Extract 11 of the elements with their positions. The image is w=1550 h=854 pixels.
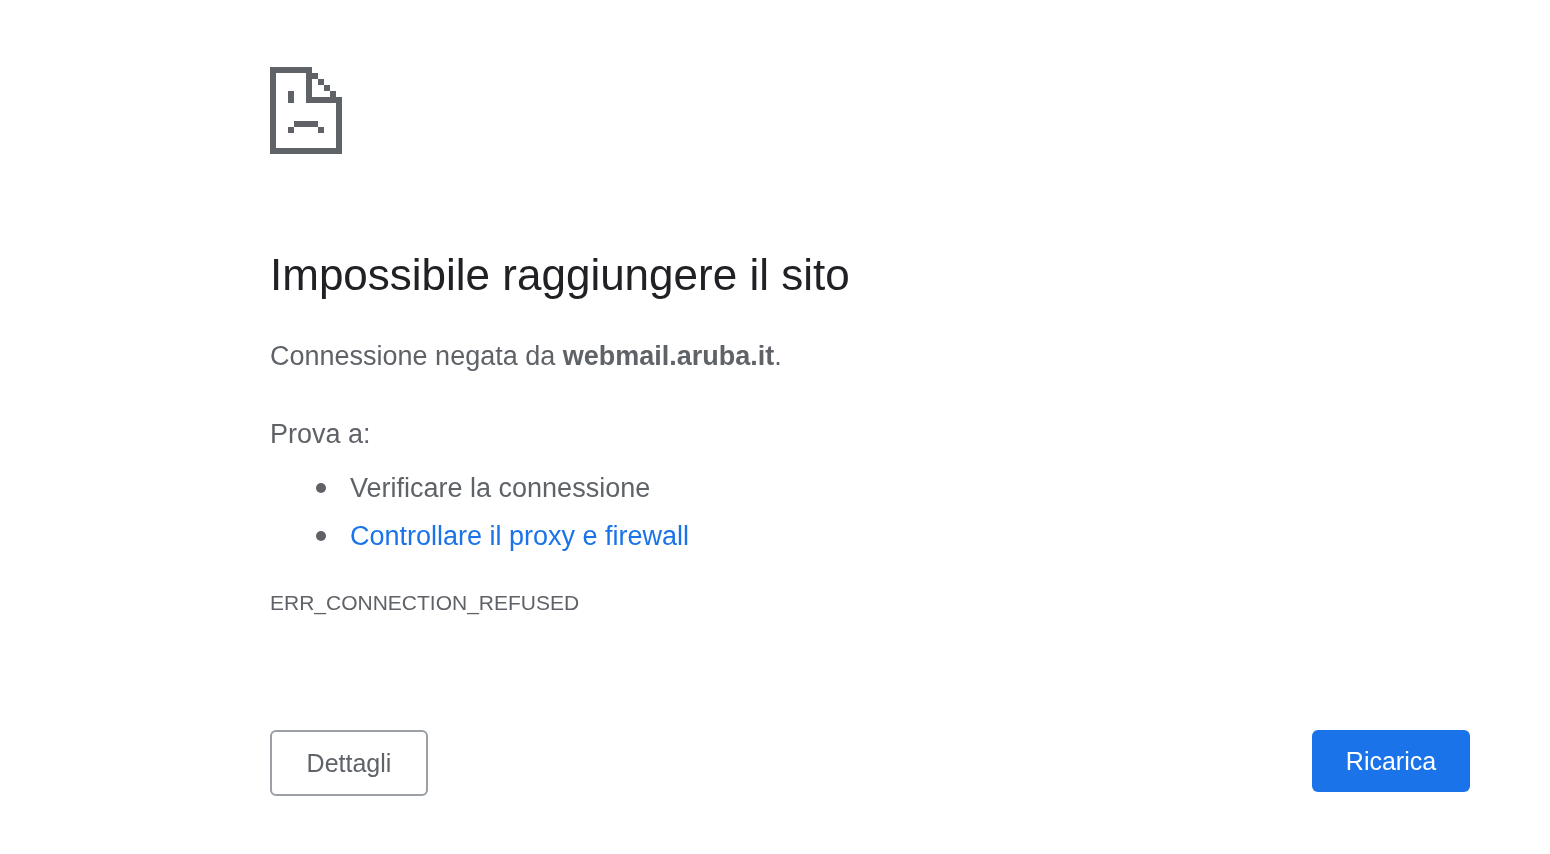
- suggestion-link[interactable]: Controllare il proxy e firewall: [350, 520, 690, 552]
- sad-page-icon: [270, 67, 342, 154]
- reload-button[interactable]: Ricarica: [1312, 730, 1470, 792]
- details-button[interactable]: Dettagli: [270, 730, 428, 796]
- bullet-icon: [316, 483, 326, 493]
- error-heading: Impossibile raggiungere il sito: [270, 249, 851, 301]
- suggestions-intro: Prova a:: [270, 418, 372, 451]
- error-code: ERR_CONNECTION_REFUSED: [270, 590, 581, 617]
- bullet-icon: [316, 531, 326, 541]
- error-message: Connessione negata da webmail.aruba.it.: [270, 340, 783, 373]
- suggestion-text: Verificare la connessione: [350, 472, 651, 504]
